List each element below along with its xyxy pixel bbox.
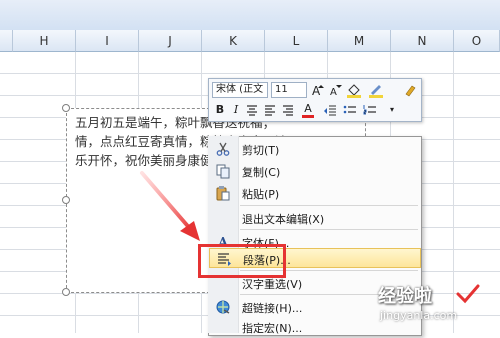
menu-item-exit-text-edit[interactable]: 退出文本编辑(X): [209, 207, 421, 229]
font-color-button[interactable]: A: [300, 102, 316, 118]
resize-handle-left[interactable]: [62, 196, 70, 204]
font-name-select[interactable]: 宋体 (正文: [212, 82, 268, 98]
bullets-icon[interactable]: [342, 102, 358, 118]
menu-item-label: 超链接(H)...: [242, 302, 303, 315]
svg-text:A: A: [312, 84, 321, 98]
menu-separator: [240, 229, 418, 230]
column-header-i[interactable]: I: [76, 30, 139, 52]
menu-separator: [240, 205, 418, 206]
resize-handle-bottom-left[interactable]: [62, 288, 70, 296]
column-header-m[interactable]: M: [328, 30, 391, 52]
decrease-indent-icon[interactable]: [322, 102, 338, 118]
resize-handle-top-left[interactable]: [62, 104, 70, 112]
menu-item-label: 剪切(T): [242, 144, 280, 157]
font-color-icon[interactable]: [368, 82, 384, 98]
watermark-url: jingyanla.com: [380, 309, 458, 322]
column-header-h[interactable]: H: [13, 30, 76, 52]
font-size-select[interactable]: 11: [271, 82, 307, 98]
scissors-icon: [215, 141, 231, 157]
paste-icon: [215, 185, 231, 201]
menu-item-label: 粘贴(P): [242, 188, 280, 201]
column-header-o[interactable]: O: [454, 30, 500, 52]
align-center-icon[interactable]: [244, 102, 260, 118]
column-header-k[interactable]: K: [202, 30, 265, 52]
highlight-box: [198, 244, 286, 278]
ribbon-bar: [0, 0, 500, 31]
column-header-j[interactable]: J: [139, 30, 202, 52]
menu-item-copy[interactable]: 复制(C): [209, 160, 421, 182]
watermark-title: 经验啦: [378, 286, 432, 307]
copy-icon: [215, 163, 231, 179]
annotation-arrow: [140, 171, 200, 241]
menu-item-label: 复制(C): [242, 166, 281, 179]
align-left-icon[interactable]: [262, 102, 278, 118]
menu-item-label: 退出文本编辑(X): [242, 213, 325, 226]
column-header-n[interactable]: N: [391, 30, 454, 52]
bold-button[interactable]: B: [212, 102, 228, 118]
chevron-down-icon[interactable]: ▾: [384, 102, 400, 118]
svg-text:A: A: [330, 87, 337, 98]
menu-item-label: 汉字重选(V): [242, 278, 303, 291]
format-painter-icon[interactable]: [402, 82, 418, 98]
numbering-icon[interactable]: [362, 102, 378, 118]
grow-font-icon[interactable]: A: [310, 82, 326, 98]
fill-color-icon[interactable]: [346, 82, 362, 98]
column-header-l[interactable]: L: [265, 30, 328, 52]
font-color-swatch: [302, 115, 314, 118]
font-color-letter: A: [304, 102, 312, 115]
checkmark-icon: [456, 284, 480, 304]
menu-item-label: 指定宏(N)...: [242, 322, 303, 335]
italic-button[interactable]: I: [228, 102, 244, 118]
shrink-font-icon[interactable]: A: [328, 82, 344, 98]
column-header-corner: [0, 30, 13, 52]
menu-item-paste[interactable]: 粘贴(P): [209, 182, 421, 204]
align-right-icon[interactable]: [280, 102, 296, 118]
menu-item-cut[interactable]: 剪切(T): [209, 138, 421, 160]
hyperlink-icon: [215, 299, 231, 315]
